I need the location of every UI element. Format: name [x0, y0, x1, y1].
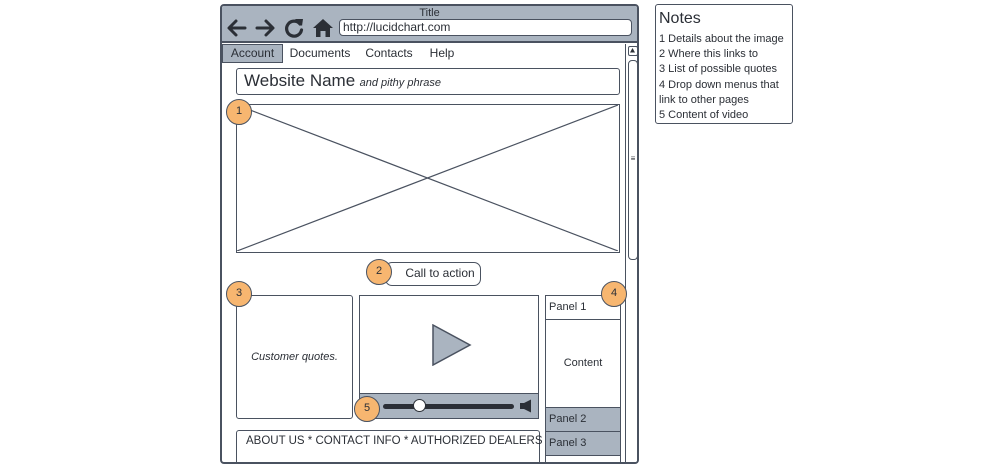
site-header: Website Name and pithy phrase: [236, 68, 620, 95]
image-placeholder-cross: [237, 105, 618, 251]
video-player[interactable]: [359, 295, 539, 419]
volume-icon[interactable]: [519, 399, 533, 413]
scroll-up-icon[interactable]: [628, 46, 637, 56]
seek-handle[interactable]: [413, 399, 426, 412]
accordion-content: Content: [546, 320, 620, 408]
image-placeholder: [236, 104, 620, 253]
accordion-menu: Panel 1 Content Panel 2 Panel 3: [545, 295, 621, 462]
menu-item-documents[interactable]: Documents: [284, 44, 356, 63]
home-icon[interactable]: [311, 16, 335, 40]
note-line: 3 List of possible quotes: [659, 63, 778, 76]
forward-arrow-icon[interactable]: [253, 16, 277, 40]
callout-badge-2: 2: [366, 259, 392, 285]
footer-links[interactable]: ABOUT US * CONTACT INFO * AUTHORIZED DEA…: [236, 430, 543, 462]
note-line: 2 Where this links to: [659, 48, 759, 61]
url-field[interactable]: http://lucidchart.com: [339, 19, 632, 36]
menu-item-help[interactable]: Help: [424, 44, 460, 63]
menu-item-contacts[interactable]: Contacts: [362, 44, 416, 63]
menu-item-account[interactable]: Account: [222, 44, 283, 63]
grip-icon: ≡: [630, 154, 636, 163]
note-line: 5 Content of video: [659, 109, 749, 122]
notes-box: Notes 1 Details about the image 2 Where …: [655, 4, 793, 124]
accordion-panel-2[interactable]: Panel 2: [546, 408, 620, 432]
site-phrase: and pithy phrase: [359, 77, 441, 89]
notes-title: Notes: [659, 10, 701, 27]
play-icon[interactable]: [432, 324, 472, 366]
note-line: 4 Drop down menus that: [659, 78, 779, 91]
accordion-panel-3[interactable]: Panel 3: [546, 432, 620, 456]
callout-badge-1: 1: [226, 99, 252, 125]
note-line: 1 Details about the image: [659, 33, 784, 45]
scrollbar[interactable]: ≡: [625, 44, 637, 462]
callout-badge-3: 3: [226, 281, 252, 307]
site-name: Website Name: [244, 71, 356, 90]
call-to-action-button[interactable]: Call to action: [385, 262, 481, 286]
scroll-thumb[interactable]: ≡: [628, 60, 637, 260]
callout-badge-4: 4: [601, 281, 627, 307]
customer-quotes-box: Customer quotes.: [236, 295, 353, 419]
back-arrow-icon[interactable]: [225, 16, 249, 40]
menu-bar: Account Documents Contacts Help: [222, 44, 625, 63]
video-controls: [360, 393, 538, 418]
browser-window: Title http://lucidchart.com Account Docu…: [220, 4, 639, 464]
seek-bar[interactable]: [383, 404, 514, 409]
callout-badge-5: 5: [354, 396, 380, 422]
triangle-up-icon: [630, 48, 635, 53]
browser-titlebar: Title http://lucidchart.com: [222, 6, 637, 43]
note-line: link to other pages: [659, 93, 749, 106]
refresh-icon[interactable]: [282, 16, 306, 40]
